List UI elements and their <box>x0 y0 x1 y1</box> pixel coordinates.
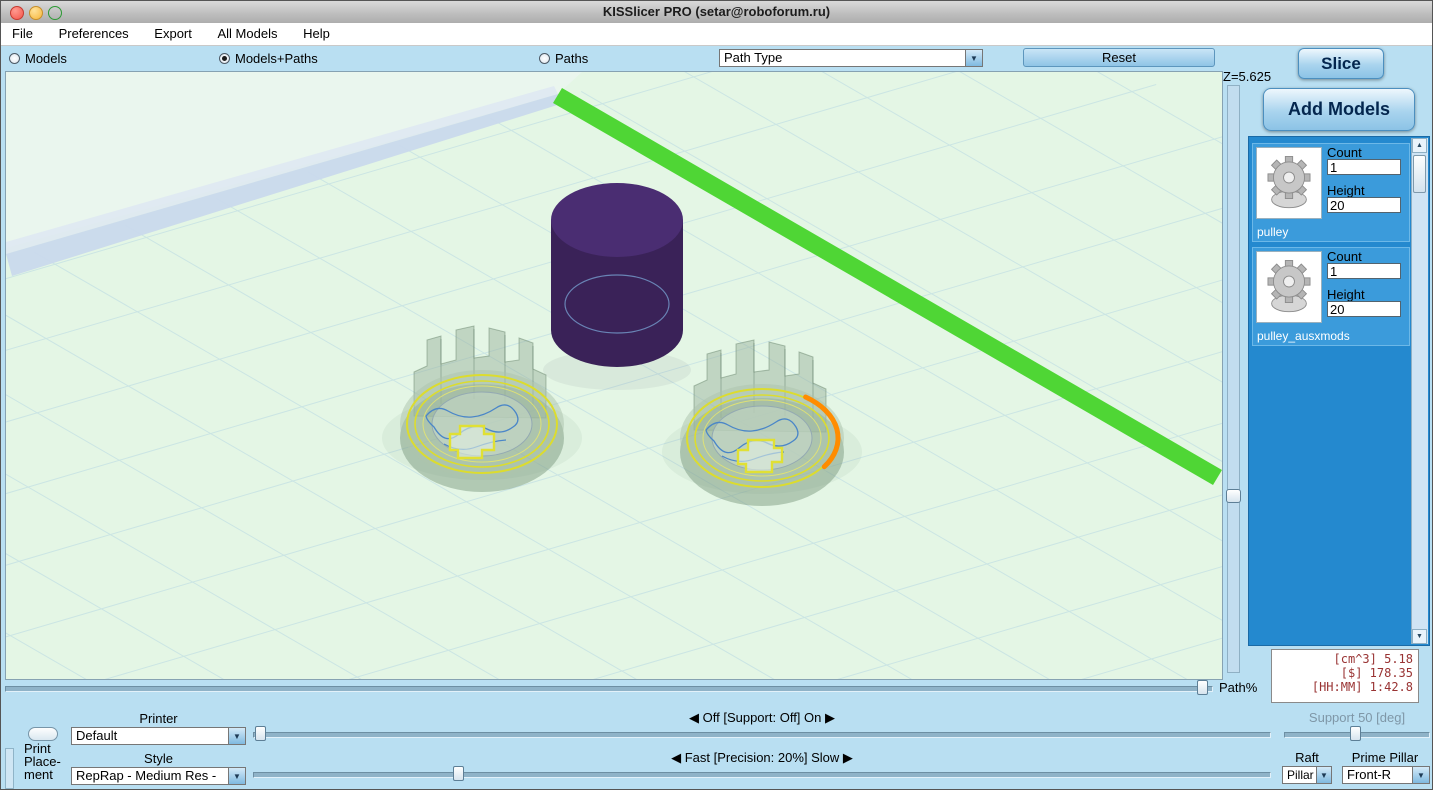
menu-item-export[interactable]: Export <box>143 23 203 44</box>
viewport-3d[interactable] <box>5 71 1223 680</box>
chevron-down-icon: ▼ <box>228 728 245 744</box>
scene-svg <box>6 72 1222 679</box>
prime-pillar-label: Prime Pillar <box>1337 750 1433 765</box>
model-thumbnail <box>1256 147 1322 219</box>
precision-slider[interactable] <box>253 766 1271 782</box>
height-label: Height <box>1327 287 1365 302</box>
model-list-item-pulley-ausxmods[interactable]: Count Height pulley_ausxmods <box>1252 247 1410 346</box>
support-slider[interactable] <box>253 726 1271 742</box>
chevron-down-icon: ▼ <box>965 50 982 66</box>
support-slider-label: ◀ Off [Support: Off] On ▶ <box>253 710 1271 726</box>
add-models-button[interactable]: Add Models <box>1263 88 1415 131</box>
style-label: Style <box>71 751 246 766</box>
printer-value: Default <box>76 728 227 744</box>
prime-pillar-select[interactable]: Front-R ▼ <box>1342 766 1430 784</box>
model-thumbnail <box>1256 251 1322 323</box>
view-mode-models-paths[interactable]: Models+Paths <box>219 51 318 66</box>
view-mode-paths[interactable]: Paths <box>539 51 588 66</box>
window-title: KISSlicer PRO (setar@roboforum.ru) <box>1 4 1432 19</box>
printer-select[interactable]: Default ▼ <box>71 727 246 745</box>
menu-item-file[interactable]: File <box>1 23 44 44</box>
menu-item-preferences[interactable]: Preferences <box>48 23 140 44</box>
model-list-item-pulley[interactable]: Count Height pulley <box>1252 143 1410 242</box>
view-mode-models-paths-label: Models+Paths <box>235 51 318 66</box>
print-placement-label: Print Place- ment <box>24 742 61 781</box>
path-percent-label: Path% <box>1219 680 1257 695</box>
raft-select[interactable]: Pillar ▼ <box>1282 766 1332 784</box>
count-input[interactable] <box>1327 263 1401 279</box>
placement-button[interactable] <box>28 727 58 741</box>
support-deg-label: Support 50 [deg] <box>1284 710 1430 725</box>
support-slider-thumb[interactable] <box>255 726 266 741</box>
chevron-down-icon: ▼ <box>1316 767 1331 783</box>
style-select[interactable]: RepRap - Medium Res - ▼ <box>71 767 246 785</box>
raft-value: Pillar <box>1287 767 1316 783</box>
scroll-down-icon[interactable]: ▼ <box>1412 629 1427 644</box>
model-name: pulley <box>1257 225 1288 239</box>
style-value: RepRap - Medium Res - <box>76 768 227 784</box>
slice-button[interactable]: Slice <box>1298 48 1384 79</box>
slice-button-label: Slice <box>1321 54 1361 74</box>
titlebar: KISSlicer PRO (setar@roboforum.ru) <box>1 1 1432 24</box>
placement-scrollbar[interactable] <box>5 748 14 789</box>
count-input[interactable] <box>1327 159 1401 175</box>
printer-label: Printer <box>71 711 246 726</box>
stats-time: [HH:MM] 1:42.8 <box>1277 680 1413 694</box>
height-input[interactable] <box>1327 301 1401 317</box>
model-list-scrollbar[interactable]: ▲ ▼ <box>1411 138 1428 644</box>
chevron-down-icon: ▼ <box>228 768 245 784</box>
chevron-down-icon: ▼ <box>1412 767 1429 783</box>
stats-volume: [cm^3] 5.18 <box>1277 652 1413 666</box>
scrollbar-thumb[interactable] <box>1413 155 1426 193</box>
print-stats-box: [cm^3] 5.18 [$] 178.35 [HH:MM] 1:42.8 <box>1271 649 1419 703</box>
app-window: KISSlicer PRO (setar@roboforum.ru) File … <box>0 0 1433 790</box>
slider-groove <box>253 772 1271 778</box>
view-mode-paths-label: Paths <box>555 51 588 66</box>
height-label: Height <box>1327 183 1365 198</box>
slider-groove <box>5 686 1213 692</box>
menubar: File Preferences Export All Models Help <box>1 23 1432 46</box>
prime-pillar-value: Front-R <box>1347 767 1411 783</box>
print-placement-line3: ment <box>24 768 61 781</box>
support-deg-slider[interactable] <box>1284 726 1430 742</box>
height-input[interactable] <box>1327 197 1401 213</box>
reset-button[interactable]: Reset <box>1023 48 1215 67</box>
count-label: Count <box>1327 145 1362 160</box>
path-type-value: Path Type <box>724 50 964 66</box>
gear-thumbnail-icon <box>1257 148 1321 218</box>
slider-groove <box>253 732 1271 738</box>
gear-thumbnail-icon <box>1257 252 1321 322</box>
view-mode-models[interactable]: Models <box>9 51 67 66</box>
menu-item-help[interactable]: Help <box>292 23 341 44</box>
model-list-panel: Count Height pulley Count Height pulley_… <box>1248 136 1430 646</box>
view-mode-models-label: Models <box>25 51 67 66</box>
z-slider-thumb[interactable] <box>1226 489 1241 503</box>
support-deg-thumb[interactable] <box>1350 726 1361 741</box>
add-models-button-label: Add Models <box>1288 99 1390 120</box>
radio-icon <box>9 53 20 64</box>
path-percent-thumb[interactable] <box>1197 680 1208 695</box>
raft-label: Raft <box>1282 750 1332 765</box>
radio-selected-icon <box>219 53 230 64</box>
precision-slider-thumb[interactable] <box>453 766 464 781</box>
z-readout: Z=5.625 <box>1223 69 1271 84</box>
reset-button-label: Reset <box>1102 50 1136 65</box>
z-slider[interactable] <box>1227 85 1240 673</box>
scroll-up-icon[interactable]: ▲ <box>1412 138 1427 153</box>
precision-slider-label: ◀ Fast [Precision: 20%] Slow ▶ <box>253 750 1271 766</box>
prime-pillar-model[interactable] <box>551 183 683 367</box>
stats-cost: [$] 178.35 <box>1277 666 1413 680</box>
model-name: pulley_ausxmods <box>1257 329 1350 343</box>
path-type-select[interactable]: Path Type ▼ <box>719 49 983 67</box>
radio-icon <box>539 53 550 64</box>
path-percent-slider[interactable] <box>5 680 1213 696</box>
menu-item-all-models[interactable]: All Models <box>207 23 289 44</box>
count-label: Count <box>1327 249 1362 264</box>
